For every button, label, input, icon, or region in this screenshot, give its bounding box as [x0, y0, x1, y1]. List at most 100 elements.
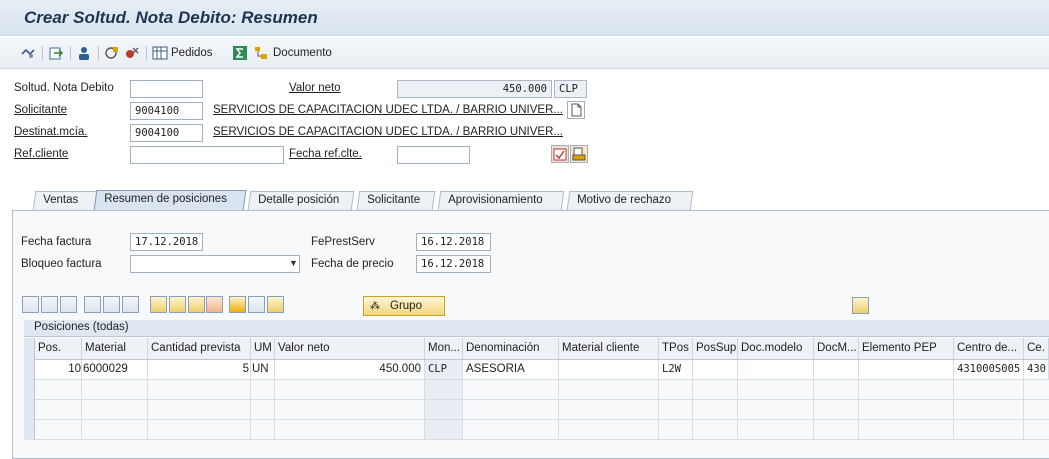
- tab-aprovisionamiento-label: Aprovisionamiento: [448, 194, 543, 206]
- tab-detalle-label: Detalle posición: [258, 194, 340, 206]
- soltud-label: Soltud. Nota Debito: [14, 82, 114, 94]
- calendar-icon[interactable]: [551, 145, 569, 163]
- title-bar: Crear Soltud. Nota Debito: Resumen: [0, 0, 1049, 36]
- solicitante-field[interactable]: 9004100: [130, 102, 203, 120]
- conditions-icon[interactable]: [150, 296, 167, 313]
- tab-aprovisionamiento[interactable]: Aprovisionamiento: [437, 191, 565, 210]
- bloqueo-dropdown[interactable]: [130, 255, 300, 273]
- deselect-icon[interactable]: [60, 296, 77, 313]
- fecharef-field[interactable]: [397, 146, 470, 164]
- document-icon[interactable]: [567, 101, 585, 119]
- print-preview-icon[interactable]: [570, 145, 588, 163]
- col-header-material[interactable]: Material: [82, 338, 148, 360]
- cell-cantidad[interactable]: 5: [148, 360, 251, 380]
- delete-icon[interactable]: [124, 45, 140, 61]
- document-button-label: Documento: [273, 47, 332, 59]
- partner-icon[interactable]: [76, 45, 92, 61]
- page-title: Crear Soltud. Nota Debito: Resumen: [24, 8, 318, 27]
- destinat-field[interactable]: 9004100: [130, 124, 203, 142]
- col-header-denominacion[interactable]: Denominación: [463, 338, 559, 360]
- table-caption: Posiciones (todas): [24, 320, 1049, 337]
- soltud-number-field[interactable]: [130, 80, 203, 98]
- cell-valor-neto[interactable]: 450.000: [275, 360, 425, 380]
- solicitante-name[interactable]: SERVICIOS DE CAPACITACION UDEC LTDA. / B…: [213, 104, 563, 116]
- cell-denominacion[interactable]: ASESORIA: [463, 360, 559, 380]
- cell-pos[interactable]: 10: [35, 360, 82, 380]
- fepreststerv-label: FePrestServ: [311, 236, 375, 248]
- grupo-button[interactable]: ⁂ Grupo: [363, 296, 445, 316]
- edit-icon[interactable]: [267, 296, 284, 313]
- tab-motivo-rechazo[interactable]: Motivo de rechazo: [566, 191, 694, 210]
- cell-moneda: CLP: [425, 360, 463, 380]
- col-header-docm[interactable]: DocM...: [814, 338, 859, 360]
- fecha-factura-field[interactable]: 17.12.2018: [130, 233, 203, 251]
- delete-row-icon[interactable]: [103, 296, 120, 313]
- sort-icon[interactable]: [229, 296, 246, 313]
- fepreststerv-field[interactable]: 16.12.2018: [416, 233, 491, 251]
- row-selector-column[interactable]: [24, 338, 35, 440]
- items-toolbar-group-2: [84, 296, 139, 314]
- cell-tpos[interactable]: L2W: [659, 360, 693, 380]
- col-header-centro[interactable]: Centro de...: [954, 338, 1024, 360]
- items-toolbar-group-4: [206, 296, 223, 314]
- col-header-moneda[interactable]: Mon...: [425, 338, 463, 360]
- col-header-elemento-pep[interactable]: Elemento PEP: [859, 338, 954, 360]
- col-header-valor-neto[interactable]: Valor neto: [275, 338, 425, 360]
- tab-detalle-posicion[interactable]: Detalle posición: [247, 191, 355, 210]
- cell-material-cliente[interactable]: [559, 360, 659, 380]
- col-header-pos[interactable]: Pos.: [35, 338, 82, 360]
- select-all-icon[interactable]: [41, 296, 58, 313]
- refcliente-label: Ref.cliente: [14, 148, 69, 160]
- fecha-precio-field[interactable]: 16.12.2018: [416, 255, 491, 273]
- col-header-tpos[interactable]: TPos: [659, 338, 693, 360]
- cell-centro[interactable]: 431000S005: [954, 360, 1024, 380]
- application-toolbar: Pedidos Documento: [0, 37, 1049, 69]
- tab-solicitante[interactable]: Solicitante: [356, 191, 436, 210]
- chevron-down-icon[interactable]: ▼: [289, 258, 298, 268]
- schedule-icon[interactable]: [188, 296, 205, 313]
- orders-button[interactable]: Pedidos: [152, 45, 213, 61]
- filter-icon[interactable]: [248, 296, 265, 313]
- document-button[interactable]: Documento: [254, 45, 332, 61]
- cell-possup[interactable]: [693, 360, 738, 380]
- cell-um[interactable]: UN: [251, 360, 275, 380]
- col-header-material-cliente[interactable]: Material cliente: [559, 338, 659, 360]
- tab-resumen-posiciones[interactable]: Resumen de posiciones: [93, 190, 247, 211]
- col-header-doc-modelo[interactable]: Doc.modelo: [738, 338, 814, 360]
- col-header-um[interactable]: UM: [251, 338, 275, 360]
- valor-neto-field: 450.000: [397, 80, 552, 98]
- display-change-icon[interactable]: [20, 45, 36, 61]
- header-detail-icon[interactable]: [104, 45, 120, 61]
- tab-motivo-label: Motivo de rechazo: [577, 194, 672, 206]
- bloqueo-label: Bloqueo factura: [21, 258, 102, 270]
- fecharef-label: Fecha ref.clte.: [289, 148, 362, 160]
- cell-ce[interactable]: 430: [1024, 360, 1049, 380]
- orders-grid-icon: [152, 46, 168, 60]
- destinat-name[interactable]: SERVICIOS DE CAPACITACION UDEC LTDA. / B…: [213, 126, 563, 138]
- cell-docm[interactable]: [814, 360, 859, 380]
- other-document-icon[interactable]: [48, 45, 64, 61]
- currency-field: CLP: [554, 80, 587, 98]
- detail-icon[interactable]: [22, 296, 39, 313]
- insert-row-icon[interactable]: [84, 296, 101, 313]
- pricing-icon[interactable]: [169, 296, 186, 313]
- cell-doc-modelo[interactable]: [738, 360, 814, 380]
- cell-material[interactable]: 6000029: [82, 360, 148, 380]
- layout-icon[interactable]: [852, 297, 869, 314]
- config-icon[interactable]: [206, 296, 223, 313]
- destinat-label: Destinat.mcía.: [14, 126, 88, 138]
- group-icon: ⁂: [370, 300, 380, 312]
- items-toolbar-group-1: [22, 296, 77, 314]
- col-header-possup[interactable]: PosSup: [693, 338, 738, 360]
- tab-ventas[interactable]: Ventas: [32, 191, 98, 210]
- col-header-cantidad[interactable]: Cantidad prevista: [148, 338, 251, 360]
- valor-neto-label: Valor neto: [289, 82, 341, 94]
- orders-button-label: Pedidos: [171, 47, 213, 59]
- sum-icon[interactable]: [232, 45, 248, 61]
- tab-ventas-label: Ventas: [43, 194, 79, 206]
- refcliente-field[interactable]: [130, 146, 284, 164]
- empty-rows: [35, 380, 1049, 440]
- cell-elemento-pep[interactable]: [859, 360, 954, 380]
- copy-row-icon[interactable]: [122, 296, 139, 313]
- col-header-ce[interactable]: Ce.: [1024, 338, 1049, 360]
